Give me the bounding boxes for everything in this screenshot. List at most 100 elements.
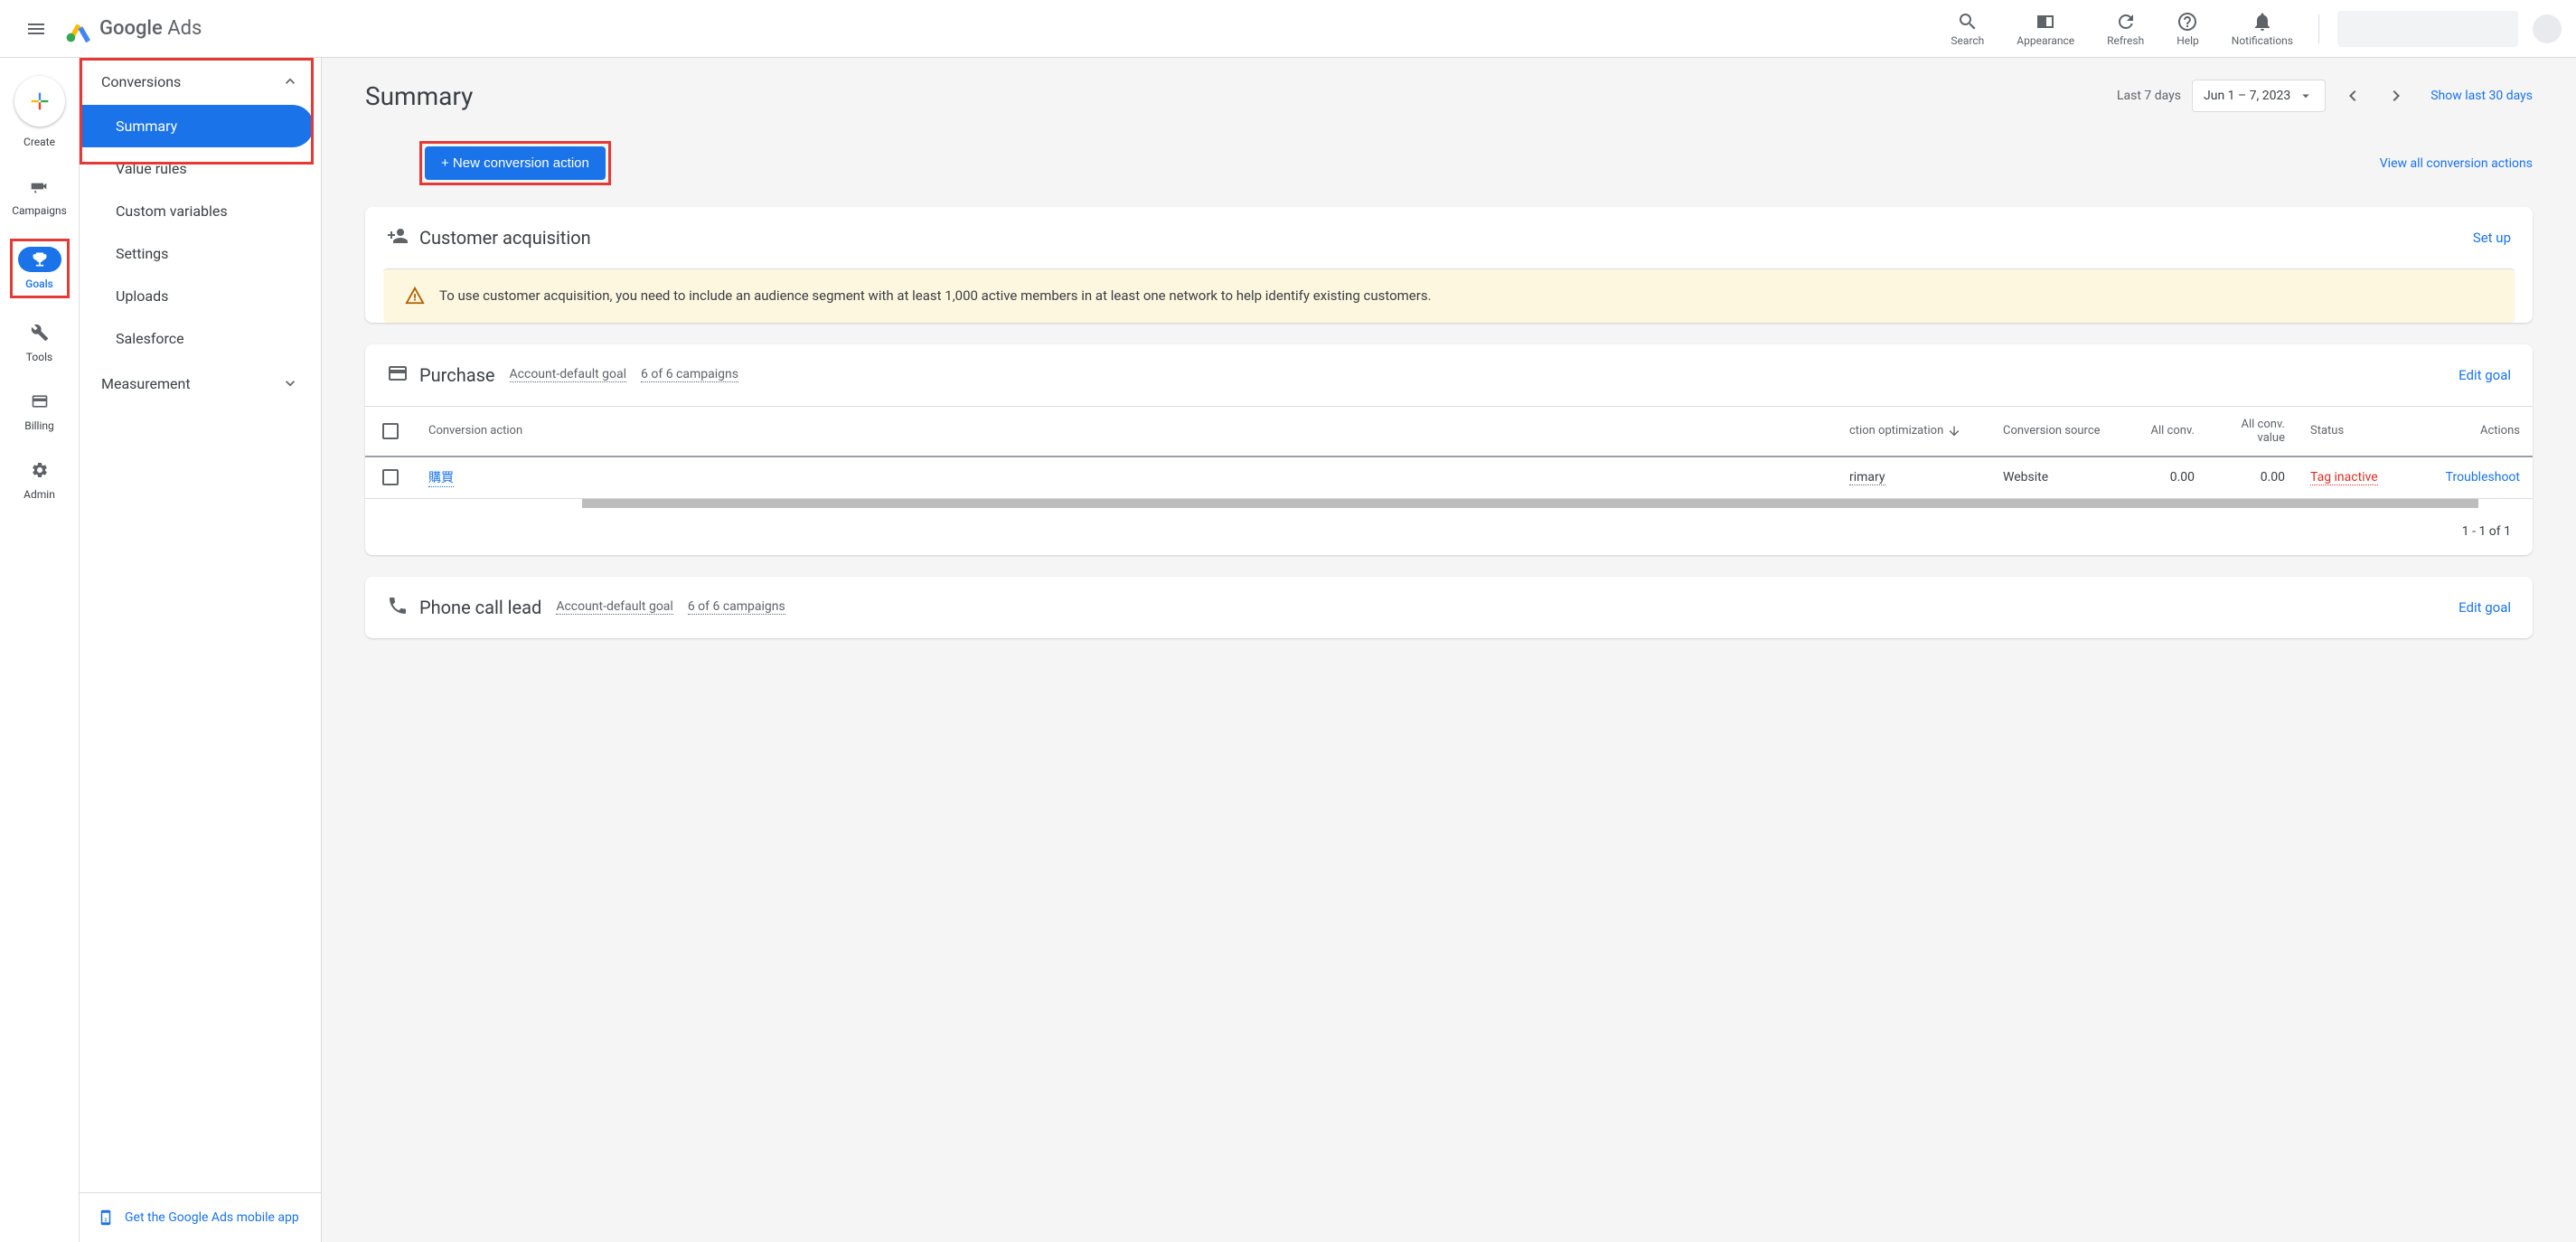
prev-period-button[interactable] <box>2336 80 2369 112</box>
divider <box>2318 14 2319 43</box>
main-content: Summary Last 7 days Jun 1 – 7, 2023 Show… <box>322 58 2576 1242</box>
refresh-icon <box>2115 11 2137 33</box>
optimization-value[interactable]: rimary <box>1849 470 1885 485</box>
card-icon <box>31 392 49 410</box>
plus-icon <box>27 89 52 114</box>
page-header: Summary Last 7 days Jun 1 – 7, 2023 Show… <box>365 80 2533 112</box>
conversion-name-link[interactable]: 購買 <box>428 468 454 487</box>
credit-card-icon <box>387 362 409 388</box>
rail-tools[interactable]: Tools <box>14 316 65 367</box>
sidebar-item-custom-variables[interactable]: Custom variables <box>80 190 321 232</box>
view-all-conversions-link[interactable]: View all conversion actions <box>2380 156 2533 171</box>
campaigns-count-link[interactable]: 6 of 6 campaigns <box>688 599 785 615</box>
nav-rail: Create Campaigns Goals Tools Billing Adm… <box>0 58 80 1242</box>
appearance-icon <box>2035 11 2056 33</box>
sort-down-icon <box>1947 424 1961 438</box>
warning-banner: To use customer acquisition, you need to… <box>383 268 2515 323</box>
dropdown-icon <box>2298 88 2314 104</box>
account-selector[interactable] <box>2337 11 2518 47</box>
col-conversion-action[interactable]: Conversion action <box>416 407 1837 456</box>
row-checkbox[interactable] <box>382 469 399 485</box>
col-conv-value[interactable]: All conv. value <box>2207 407 2298 456</box>
highlight-annotation: + New conversion action <box>419 141 611 185</box>
create-button[interactable]: Create <box>11 72 69 152</box>
purchase-card: Purchase Account-default goal 6 of 6 cam… <box>365 344 2533 555</box>
setup-link[interactable]: Set up <box>2473 230 2511 246</box>
rail-billing[interactable]: Billing <box>14 385 65 436</box>
rail-admin[interactable]: Admin <box>14 454 65 504</box>
customer-acquisition-card: Customer acquisition Set up To use custo… <box>365 207 2533 323</box>
user-avatar[interactable] <box>2533 14 2562 43</box>
mobile-app-link[interactable]: Get the Google Ads mobile app <box>80 1192 321 1242</box>
goal-type-label[interactable]: Account-default goal <box>510 367 627 382</box>
col-actions: Actions <box>2415 407 2533 456</box>
show-last-30-link[interactable]: Show last 30 days <box>2430 89 2533 103</box>
status-badge[interactable]: Tag inactive <box>2310 470 2378 485</box>
rail-campaigns[interactable]: Campaigns <box>8 170 71 221</box>
sidebar-item-salesforce[interactable]: Salesforce <box>80 317 321 360</box>
card-title: Phone call lead <box>419 597 541 618</box>
date-range-label: Last 7 days <box>2117 89 2181 103</box>
mobile-icon <box>98 1208 114 1228</box>
bell-icon <box>2252 11 2273 33</box>
conv-value: 0.00 <box>2207 457 2298 498</box>
sidebar-item-summary[interactable]: Summary <box>80 105 314 147</box>
campaigns-count-link[interactable]: 6 of 6 campaigns <box>641 367 738 382</box>
notifications-button[interactable]: Notifications <box>2217 5 2308 52</box>
person-add-icon <box>387 225 409 250</box>
new-conversion-action-button[interactable]: + New conversion action <box>425 146 606 180</box>
date-range-picker[interactable]: Jun 1 – 7, 2023 <box>2192 80 2326 112</box>
highlight-annotation: Goals <box>10 239 70 298</box>
refresh-button[interactable]: Refresh <box>2092 5 2158 52</box>
phone-icon <box>387 595 409 620</box>
chevron-right-icon <box>2385 85 2407 107</box>
sidebar-item-uploads[interactable]: Uploads <box>80 275 321 317</box>
gear-icon <box>31 461 49 479</box>
goal-type-label[interactable]: Account-default goal <box>556 599 673 615</box>
col-optimization[interactable]: ction optimization <box>1837 407 1990 456</box>
search-icon <box>1957 11 1979 33</box>
ads-logo-icon <box>65 14 94 43</box>
edit-goal-link[interactable]: Edit goal <box>2458 367 2511 383</box>
table-header: Conversion action ction optimization Con… <box>365 406 2533 457</box>
source-value: Website <box>1990 457 2117 498</box>
sidebar: Conversions Summary Value rules Custom v… <box>80 58 322 1242</box>
hamburger-menu-button[interactable] <box>14 7 58 51</box>
help-button[interactable]: Help <box>2162 5 2214 52</box>
chevron-up-icon <box>281 72 299 90</box>
page-title: Summary <box>365 81 473 111</box>
edit-goal-link[interactable]: Edit goal <box>2458 599 2511 616</box>
help-icon <box>2176 11 2198 33</box>
card-title: Customer acquisition <box>419 227 591 249</box>
sidebar-item-settings[interactable]: Settings <box>80 232 321 275</box>
warning-icon <box>405 286 425 306</box>
col-source[interactable]: Conversion source <box>1990 407 2117 456</box>
app-header: Google Ads Search Appearance Refresh Hel… <box>0 0 2576 58</box>
pagination-info: 1 - 1 of 1 <box>365 508 2533 555</box>
horizontal-scrollbar[interactable] <box>582 499 2478 508</box>
header-actions: Search Appearance Refresh Help Notificat… <box>1936 5 2562 52</box>
next-period-button[interactable] <box>2380 80 2412 112</box>
google-ads-logo[interactable]: Google Ads <box>65 14 202 43</box>
menu-icon <box>25 18 47 40</box>
troubleshoot-link[interactable]: Troubleshoot <box>2446 470 2520 485</box>
phone-call-lead-card: Phone call lead Account-default goal 6 o… <box>365 577 2533 638</box>
sidebar-group-measurement[interactable]: Measurement <box>80 360 321 407</box>
logo-text: Google Ads <box>99 17 202 40</box>
tools-icon <box>31 324 49 342</box>
search-button[interactable]: Search <box>1936 5 1998 52</box>
sidebar-group-conversions[interactable]: Conversions <box>80 58 321 105</box>
appearance-button[interactable]: Appearance <box>2002 5 2089 52</box>
megaphone-icon <box>30 177 48 195</box>
card-title: Purchase <box>419 364 495 386</box>
chevron-left-icon <box>2342 85 2364 107</box>
chevron-down-icon <box>281 374 299 392</box>
col-all-conv[interactable]: All conv. <box>2117 407 2207 456</box>
table-row: 購買 rimary Website 0.00 0.00 Tag inactive… <box>365 457 2533 499</box>
trophy-icon <box>31 250 49 268</box>
sidebar-item-value-rules[interactable]: Value rules <box>80 147 321 190</box>
all-conv-value: 0.00 <box>2117 457 2207 498</box>
select-all-checkbox[interactable] <box>382 423 399 439</box>
col-status[interactable]: Status <box>2298 407 2415 456</box>
rail-goals[interactable]: Goals <box>14 243 65 294</box>
